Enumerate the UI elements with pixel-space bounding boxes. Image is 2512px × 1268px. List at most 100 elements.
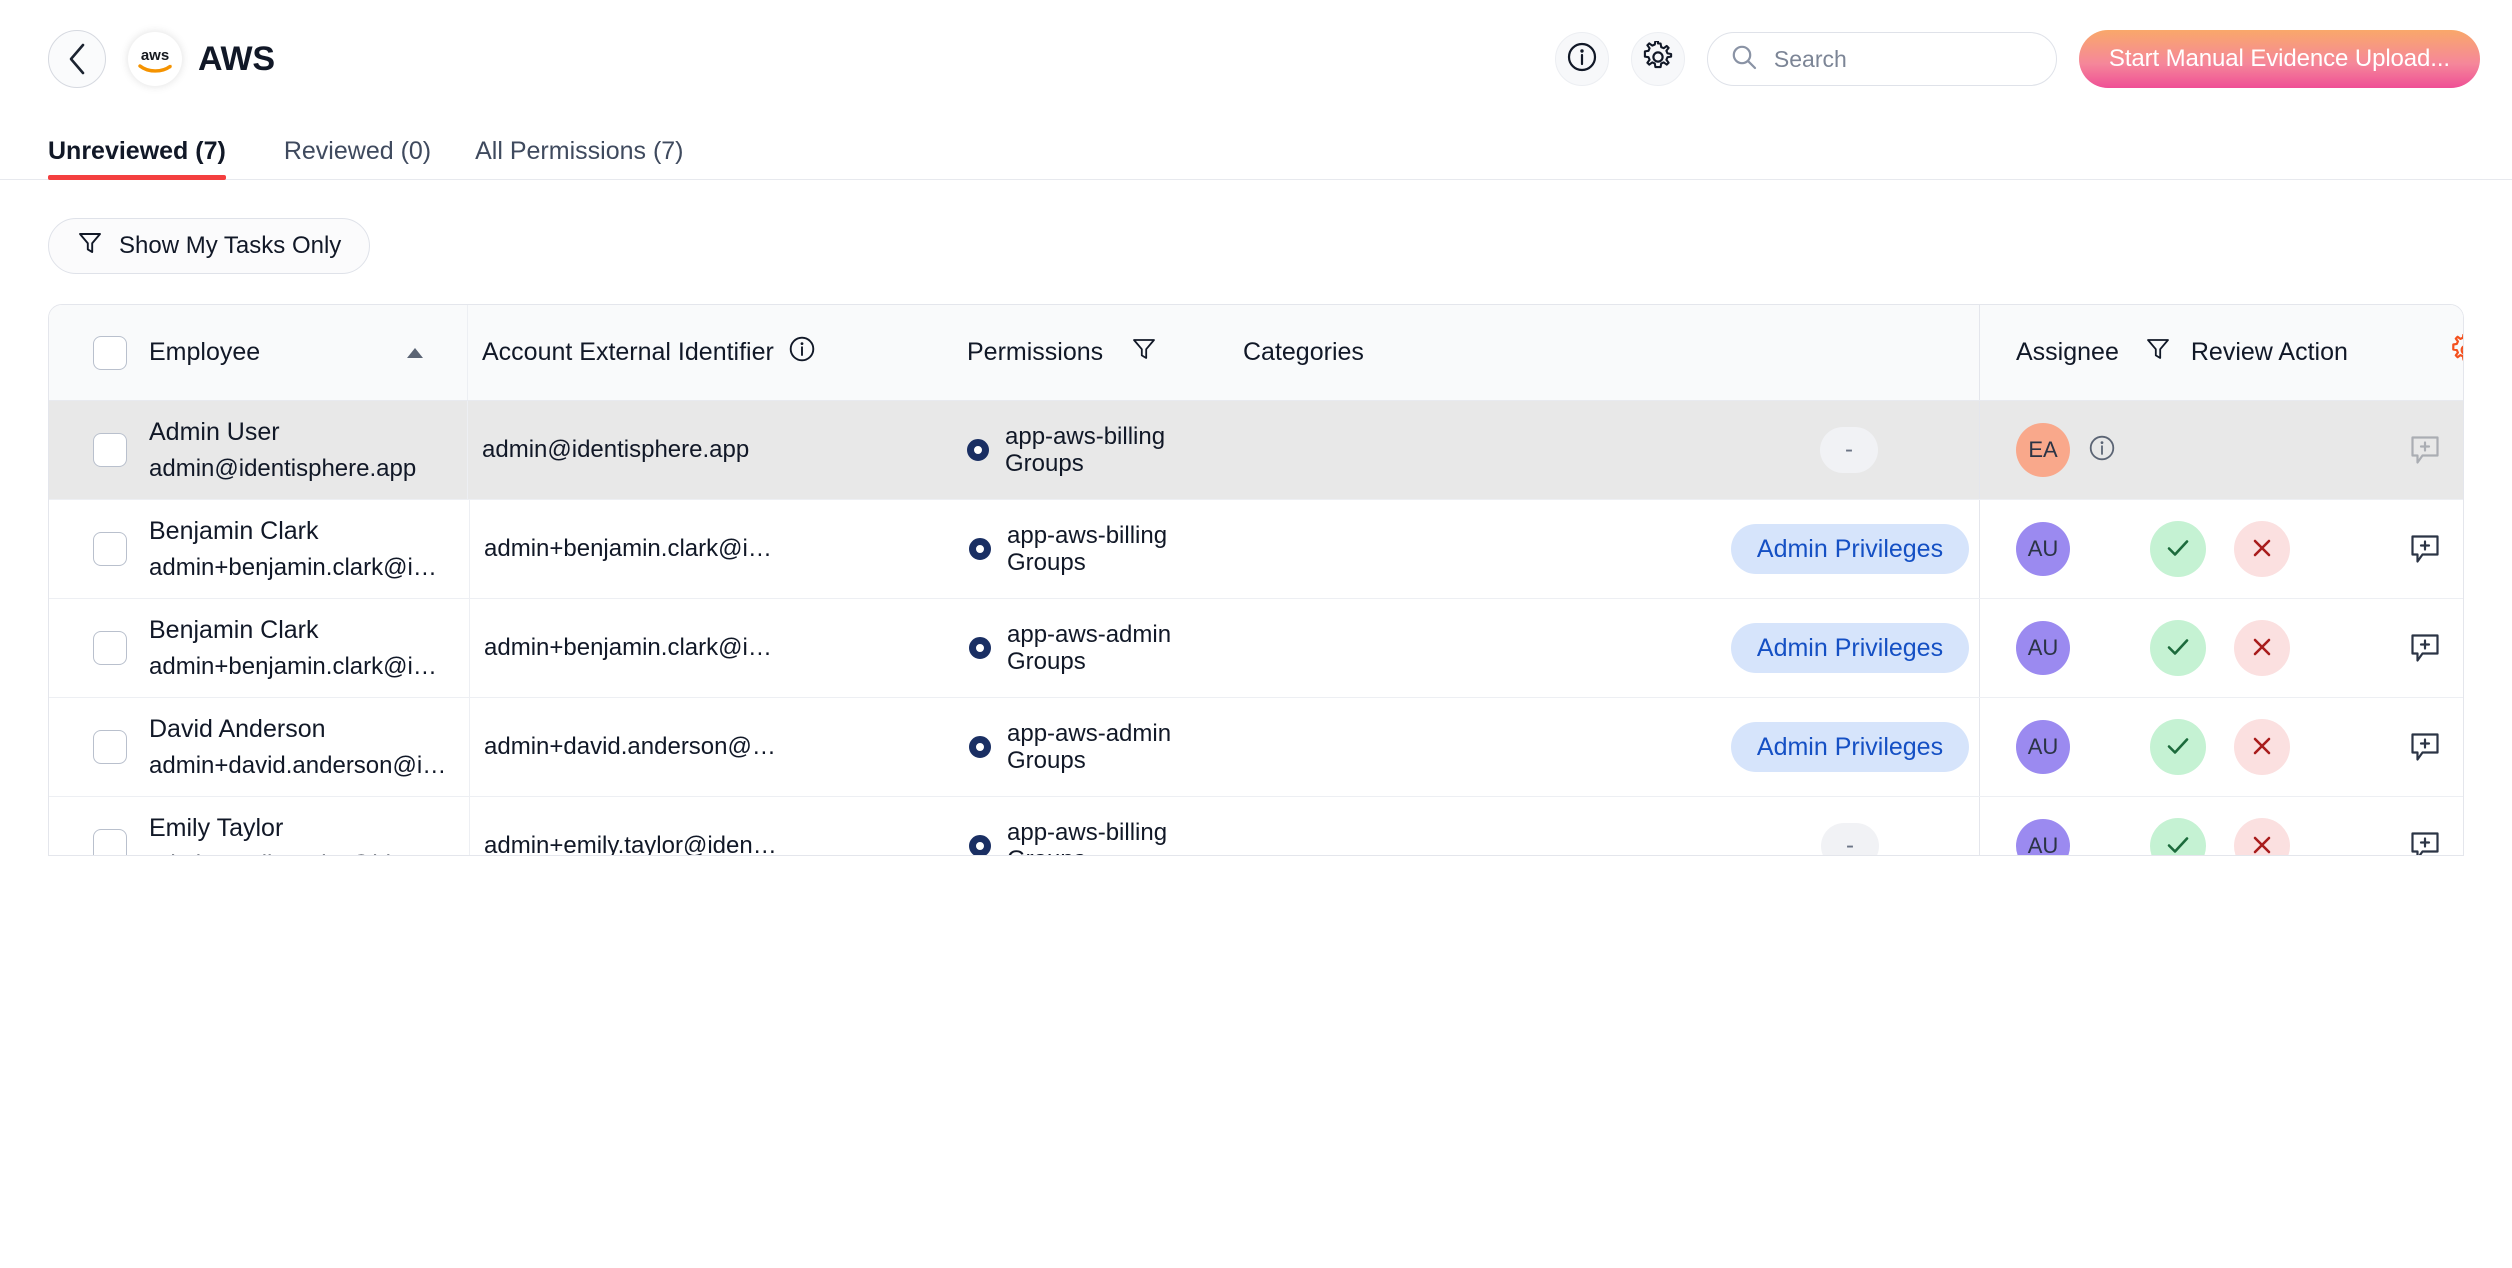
brand: aws AWS	[128, 32, 275, 86]
avatar[interactable]: AU	[2016, 819, 2070, 856]
employee-cell: Admin User admin@identisphere.app	[149, 401, 467, 499]
assignee-cell: AU	[1980, 500, 2130, 598]
table-row[interactable]: David Anderson admin+david.anderson@iden…	[49, 698, 2463, 797]
note-cell	[2360, 698, 2464, 796]
approve-button[interactable]	[2150, 818, 2206, 856]
add-note-icon[interactable]	[2408, 631, 2442, 665]
employee-cell: David Anderson admin+david.anderson@iden…	[149, 698, 469, 796]
row-select-cell	[49, 797, 149, 856]
row-checkbox[interactable]	[93, 631, 127, 665]
row-checkbox[interactable]	[93, 433, 127, 467]
column-header-assignee-label: Assignee	[2016, 338, 2119, 367]
svg-text:aws: aws	[141, 47, 169, 64]
info-circle-icon[interactable]	[788, 335, 816, 370]
column-header-permissions[interactable]: Permissions	[949, 305, 1225, 400]
table-settings-button[interactable]	[2401, 305, 2464, 400]
reject-button[interactable]	[2234, 521, 2290, 577]
show-my-tasks-only-label: Show My Tasks Only	[119, 232, 341, 260]
row-checkbox[interactable]	[93, 532, 127, 566]
avatar[interactable]: EA	[2016, 423, 2070, 477]
employee-cell: Emily Taylor admin+emily.taylor@identisp…	[149, 797, 469, 856]
tab-unreviewed[interactable]: Unreviewed (7)	[48, 137, 248, 180]
table-body: Employee Account External Identifier	[49, 305, 2463, 856]
avatar[interactable]: AU	[2016, 621, 2070, 675]
table-row[interactable]: Benjamin Clark admin+benjamin.clark@iden…	[49, 500, 2463, 599]
employee-name: David Anderson	[149, 715, 449, 744]
frozen-columns-cell: AU	[1979, 698, 2463, 796]
reject-button[interactable]	[2234, 818, 2290, 856]
assignee-info-icon[interactable]	[2088, 434, 2116, 467]
add-note-icon[interactable]	[2408, 730, 2442, 764]
note-cell	[2360, 599, 2464, 697]
table-rows-host: Admin User admin@identisphere.app admin@…	[49, 401, 2463, 856]
gear-icon	[1642, 41, 1674, 78]
back-button[interactable]	[48, 30, 106, 88]
avatar[interactable]: AU	[2016, 522, 2070, 576]
employee-email: admin+benjamin.clark@identisp...	[149, 653, 449, 681]
approve-button[interactable]	[2150, 521, 2206, 577]
info-button[interactable]	[1555, 32, 1609, 86]
employee-email: admin+emily.taylor@identispher...	[149, 851, 449, 857]
check-icon	[2163, 731, 2193, 764]
tab-all-permissions[interactable]: All Permissions (7)	[453, 137, 705, 180]
select-all-cell	[49, 305, 149, 400]
page-header: aws AWS	[0, 0, 2512, 118]
close-x-icon	[2248, 534, 2276, 565]
column-header-employee[interactable]: Employee	[149, 305, 467, 400]
tab-reviewed[interactable]: Reviewed (0)	[262, 137, 453, 180]
table-row[interactable]: Benjamin Clark admin+benjamin.clark@iden…	[49, 599, 2463, 698]
add-note-icon[interactable]	[2408, 532, 2442, 566]
settings-button[interactable]	[1631, 32, 1685, 86]
add-note-icon	[2408, 433, 2442, 467]
account-external-identifier: admin+emily.taylor@identisp...	[484, 832, 780, 856]
row-checkbox[interactable]	[93, 730, 127, 764]
aws-logo-icon: aws	[128, 32, 182, 86]
search-box[interactable]	[1707, 32, 2057, 86]
employee-cell: Benjamin Clark admin+benjamin.clark@iden…	[149, 599, 469, 697]
permissions-cell: app-aws-adminGroups	[951, 599, 1227, 697]
permission-ring-icon	[969, 835, 991, 856]
permission-text: app-aws-billingGroups	[1007, 522, 1167, 577]
start-manual-evidence-upload-button[interactable]: Start Manual Evidence Upload...	[2079, 30, 2480, 88]
employee-cell: Benjamin Clark admin+benjamin.clark@iden…	[149, 500, 469, 598]
review-action-cell	[2130, 698, 2360, 796]
sort-ascending-icon[interactable]	[405, 338, 425, 367]
reject-button[interactable]	[2234, 620, 2290, 676]
permissions-cell: app-aws-billingGroups	[951, 797, 1227, 856]
employee-name: Admin User	[149, 418, 447, 447]
column-header-assignee[interactable]: Assignee	[1980, 305, 2171, 400]
permissions-cell: app-aws-billingGroups	[949, 401, 1225, 499]
employee-name: Benjamin Clark	[149, 616, 449, 645]
approve-button[interactable]	[2150, 719, 2206, 775]
row-checkbox[interactable]	[93, 829, 127, 856]
table-row[interactable]: Emily Taylor admin+emily.taylor@identisp…	[49, 797, 2463, 856]
funnel-icon	[77, 230, 103, 263]
row-select-cell	[49, 698, 149, 796]
reject-button[interactable]	[2234, 719, 2290, 775]
show-my-tasks-only-button[interactable]: Show My Tasks Only	[48, 218, 370, 274]
column-header-account-external-identifier[interactable]: Account External Identifier	[467, 305, 949, 400]
close-x-icon	[2248, 732, 2276, 763]
add-note-icon[interactable]	[2408, 829, 2442, 856]
approve-button[interactable]	[2150, 620, 2206, 676]
column-header-permissions-label: Permissions	[967, 338, 1103, 367]
funnel-icon[interactable]	[2145, 336, 2171, 369]
review-action-cell	[2130, 797, 2360, 856]
employee-name: Emily Taylor	[149, 814, 449, 843]
account-external-identifier-cell: admin+emily.taylor@identisp...	[469, 797, 951, 856]
row-select-cell	[49, 401, 149, 499]
assignee-cell: EA	[1980, 401, 2130, 499]
search-input[interactable]	[1774, 46, 2034, 73]
close-x-icon	[2248, 633, 2276, 664]
account-external-identifier: admin+benjamin.clark@ident...	[484, 535, 780, 563]
info-circle-icon	[1566, 41, 1598, 78]
table-row[interactable]: Admin User admin@identisphere.app admin@…	[49, 401, 2463, 500]
employee-email: admin+benjamin.clark@identisp...	[149, 554, 449, 582]
funnel-icon[interactable]	[1131, 336, 1157, 369]
employee-email: admin@identisphere.app	[149, 455, 447, 483]
select-all-checkbox[interactable]	[93, 336, 127, 370]
category-badge: Admin Privileges	[1731, 623, 1969, 673]
check-icon	[2163, 830, 2193, 857]
permission-ring-icon	[969, 637, 991, 659]
avatar[interactable]: AU	[2016, 720, 2070, 774]
